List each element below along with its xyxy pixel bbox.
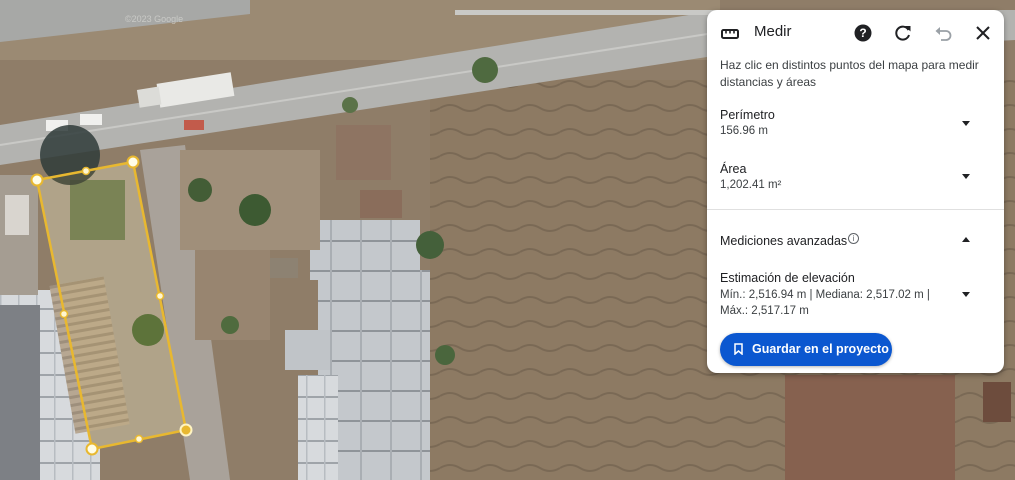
- save-button-label: Guardar en el proyecto: [752, 342, 889, 356]
- refresh-icon[interactable]: [892, 22, 914, 44]
- measure-midpoint[interactable]: [59, 309, 69, 319]
- measure-midpoint[interactable]: [155, 291, 165, 301]
- help-icon[interactable]: ?: [852, 22, 874, 44]
- svg-text:?: ?: [859, 26, 866, 40]
- perimeter-value: 156.96 m: [720, 125, 768, 137]
- bookmark-icon: [734, 343, 743, 355]
- save-to-project-button[interactable]: Guardar en el proyecto: [720, 333, 892, 366]
- undo-icon[interactable]: [932, 22, 954, 44]
- chevron-down-icon[interactable]: [962, 121, 970, 126]
- close-icon[interactable]: [972, 22, 994, 44]
- area-label: Área: [720, 162, 747, 176]
- perimeter-label: Perímetro: [720, 108, 775, 122]
- advanced-measurements-label[interactable]: Mediciones avanzadas: [720, 234, 847, 248]
- ruler-icon: [721, 29, 739, 39]
- chevron-down-icon[interactable]: [962, 292, 970, 297]
- elevation-label: Estimación de elevación: [720, 271, 855, 285]
- measure-midpoint[interactable]: [81, 166, 91, 176]
- instructions-text: Haz clic en distintos puntos del mapa pa…: [720, 58, 979, 89]
- map-watermark: ©2023 Google: [125, 14, 183, 24]
- perimeter-row[interactable]: Perímetro 156.96 m: [707, 105, 1004, 145]
- measure-panel: Medir ? Haz clic en distintos puntos del…: [707, 10, 1004, 373]
- info-icon[interactable]: i: [848, 233, 859, 244]
- measure-vertex[interactable]: [126, 155, 140, 169]
- measure-header: Medir ?: [707, 10, 1004, 56]
- divider: [707, 209, 1004, 210]
- measure-vertex[interactable]: [30, 173, 44, 187]
- area-row[interactable]: Área 1,202.41 m²: [707, 160, 1004, 200]
- measure-vertex[interactable]: [179, 423, 193, 437]
- measure-vertex[interactable]: [85, 442, 99, 456]
- chevron-up-icon[interactable]: [962, 237, 970, 242]
- chevron-down-icon[interactable]: [962, 174, 970, 179]
- measure-midpoint[interactable]: [134, 434, 144, 444]
- panel-title: Medir: [754, 23, 792, 40]
- area-value: 1,202.41 m²: [720, 179, 782, 191]
- elevation-value: Mín.: 2,516.94 m | Mediana: 2,517.02 m |…: [720, 289, 930, 317]
